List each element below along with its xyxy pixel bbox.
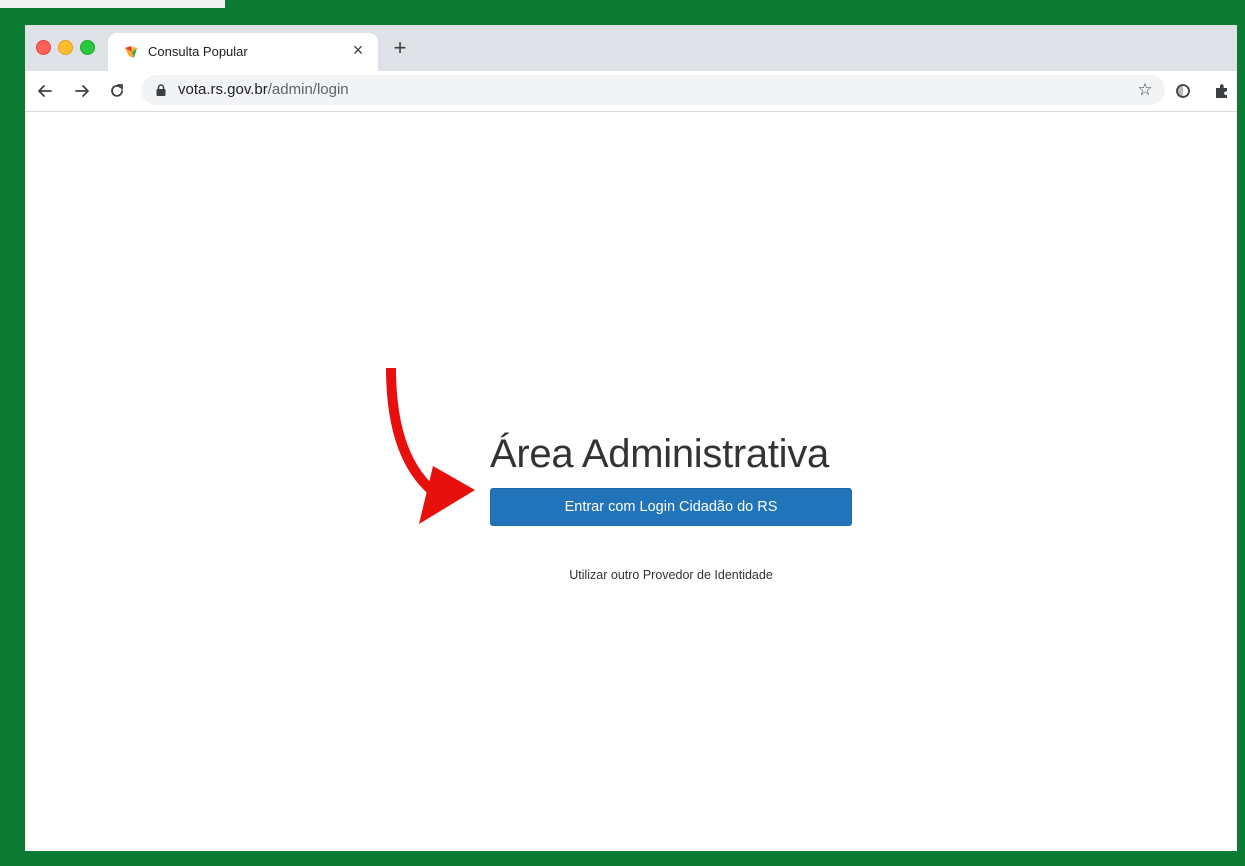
tab-close-icon[interactable]: × bbox=[348, 40, 368, 60]
extension-icon[interactable] bbox=[1175, 83, 1191, 99]
tab-title: Consulta Popular bbox=[148, 44, 248, 59]
maximize-window-button[interactable] bbox=[80, 40, 95, 55]
puzzle-icon[interactable] bbox=[1213, 82, 1231, 100]
url-text: vota.rs.gov.br/admin/login bbox=[178, 81, 349, 98]
tab-strip: Consulta Popular × + bbox=[25, 25, 1237, 71]
url-host: vota.rs.gov.br bbox=[178, 81, 268, 98]
url-path: /admin/login bbox=[267, 81, 349, 98]
back-button[interactable] bbox=[33, 79, 57, 103]
screenshot-frame: Consulta Popular × + vota.rs.gov.br/admi… bbox=[0, 0, 1245, 866]
annotation-arrow-icon bbox=[386, 367, 475, 524]
lock-icon bbox=[156, 84, 166, 96]
browser-toolbar: vota.rs.gov.br/admin/login ☆ bbox=[25, 71, 1237, 112]
bookmark-star-icon[interactable]: ☆ bbox=[1135, 80, 1155, 100]
forward-button[interactable] bbox=[70, 79, 94, 103]
consulta-popular-favicon-icon bbox=[125, 46, 137, 58]
page-content: Área Administrativa Entrar com Login Cid… bbox=[25, 112, 1237, 851]
reload-button[interactable] bbox=[105, 79, 129, 103]
corner-strip bbox=[0, 0, 225, 8]
forward-icon bbox=[75, 85, 89, 97]
tab-consulta-popular[interactable]: Consulta Popular × bbox=[108, 33, 378, 71]
minimize-window-button[interactable] bbox=[58, 40, 73, 55]
reload-icon bbox=[111, 84, 123, 97]
back-icon bbox=[38, 85, 52, 97]
browser-window: Consulta Popular × + vota.rs.gov.br/admi… bbox=[25, 25, 1237, 851]
page-title: Área Administrativa bbox=[490, 432, 829, 476]
login-cidadao-rs-button[interactable]: Entrar com Login Cidadão do RS bbox=[490, 488, 852, 526]
close-window-button[interactable] bbox=[36, 40, 51, 55]
address-bar[interactable]: vota.rs.gov.br/admin/login ☆ bbox=[141, 75, 1165, 105]
alt-identity-provider-link[interactable]: Utilizar outro Provedor de Identidade bbox=[490, 568, 852, 582]
new-tab-button[interactable]: + bbox=[389, 37, 411, 59]
